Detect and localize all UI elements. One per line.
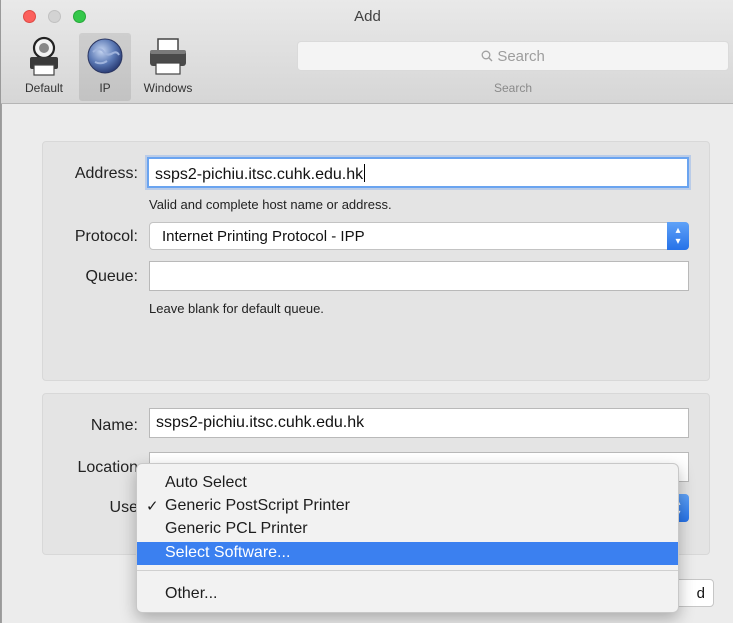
toolbar-default-label: Default: [24, 81, 64, 95]
toolbar-windows-label: Windows: [143, 81, 193, 95]
queue-hint: Leave blank for default queue.: [149, 301, 324, 316]
menu-item-label: Other...: [165, 585, 218, 602]
toolbar-default-button[interactable]: Default: [13, 33, 75, 101]
menu-item-label: Auto Select: [165, 474, 247, 491]
window-title: Add: [354, 8, 381, 25]
default-printer-icon: [30, 36, 58, 76]
toolbar-ip-label: IP: [99, 81, 111, 95]
add-printer-window: Add Default IP Windows Search Search Add…: [0, 0, 733, 623]
search-field[interactable]: Search: [297, 41, 729, 71]
address-field[interactable]: ssps2-pichiu.itsc.cuhk.edu.hk: [147, 157, 689, 188]
address-label: Address:: [74, 165, 138, 182]
search-caption: Search: [493, 81, 533, 95]
search-placeholder-row: Search: [298, 48, 728, 65]
protocol-label: Protocol:: [74, 228, 138, 245]
search-placeholder: Search: [497, 48, 545, 65]
text-caret: [364, 164, 366, 182]
protocol-value: Internet Printing Protocol - IPP: [162, 228, 365, 245]
menu-item-auto-select[interactable]: Auto Select: [137, 472, 678, 495]
checkmark-icon: ✓: [146, 498, 159, 515]
windows-printer-icon: [150, 38, 186, 75]
menu-item-label: Generic PostScript Printer: [165, 497, 350, 514]
title-toolbar: Add Default IP Windows Search Search: [1, 0, 733, 104]
globe-icon: [87, 38, 123, 74]
name-label: Name:: [90, 417, 138, 434]
menu-item-select-software[interactable]: Select Software...: [137, 542, 678, 565]
toolbar-windows-button[interactable]: Windows: [133, 33, 203, 101]
address-value: ssps2-pichiu.itsc.cuhk.edu.hk: [155, 166, 364, 183]
toolbar-ip-button[interactable]: IP: [79, 33, 131, 101]
menu-separator: [137, 570, 678, 571]
name-field[interactable]: ssps2-pichiu.itsc.cuhk.edu.hk: [149, 408, 689, 438]
menu-item-label: Select Software...: [165, 544, 291, 561]
protocol-popup[interactable]: Internet Printing Protocol - IPP ▴ ▾: [149, 222, 689, 250]
location-label: Location: [77, 459, 139, 476]
address-hint: Valid and complete host name or address.: [149, 197, 392, 212]
search-icon: [481, 50, 493, 62]
queue-label: Queue:: [85, 268, 138, 285]
menu-item-label: Generic PCL Printer: [165, 520, 308, 537]
use-label: Use: [109, 499, 138, 516]
queue-field[interactable]: [149, 261, 689, 291]
driver-menu: Auto Select ✓ Generic PostScript Printer…: [136, 463, 679, 613]
menu-item-other[interactable]: Other...: [137, 583, 678, 606]
name-value: ssps2-pichiu.itsc.cuhk.edu.hk: [156, 414, 365, 431]
menu-item-generic-postscript[interactable]: ✓ Generic PostScript Printer: [137, 495, 678, 518]
chevron-updown-icon: ▴ ▾: [667, 222, 689, 250]
window-edge: [1, 104, 2, 623]
menu-item-generic-pcl[interactable]: Generic PCL Printer: [137, 518, 678, 541]
